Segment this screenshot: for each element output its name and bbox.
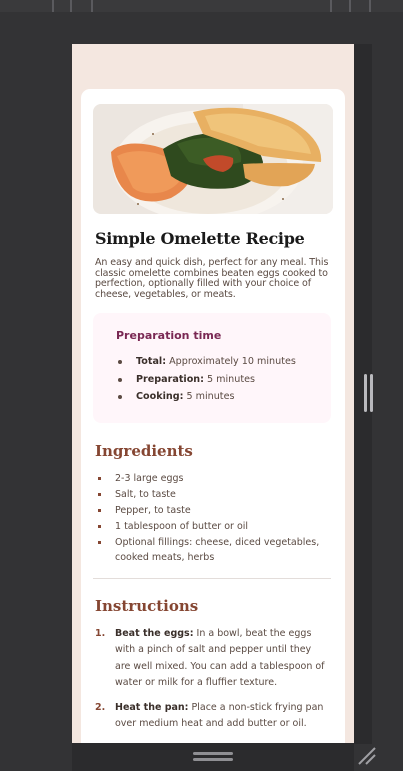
- top-bar-divider: [349, 0, 351, 12]
- prep-label: Total:: [136, 356, 167, 368]
- instructions-heading: Instructions: [95, 597, 199, 616]
- preparation-item: Preparation: 5 minutes: [116, 371, 331, 389]
- recipe-card: Simple Omelette Recipe An easy and quick…: [81, 89, 345, 743]
- omelette-photo: [93, 104, 333, 214]
- ingredients-heading: Ingredients: [95, 442, 193, 461]
- step-label: Beat the eggs:: [115, 628, 194, 640]
- recipe-title: Simple Omelette Recipe: [95, 229, 305, 248]
- prep-label: Cooking:: [136, 391, 184, 403]
- resize-handle-vertical-icon[interactable]: [364, 374, 374, 412]
- recipe-intro: An easy and quick dish, perfect for any …: [95, 257, 329, 300]
- top-bar-divider: [91, 0, 93, 12]
- step-number: 2.: [95, 701, 106, 713]
- resize-corner-icon[interactable]: [356, 745, 378, 767]
- top-bar-divider: [330, 0, 332, 12]
- ingredient-item: Optional fillings: cheese, diced vegetab…: [93, 535, 323, 567]
- ingredient-item: 1 tablespoon of butter or oil: [93, 519, 323, 535]
- section-divider: [93, 578, 331, 580]
- prep-value: 5 minutes: [183, 391, 235, 403]
- step-number: 1.: [95, 628, 106, 640]
- resize-handle-horizontal-icon[interactable]: [193, 752, 233, 762]
- preparation-title: Preparation time: [116, 329, 222, 343]
- prep-value: Approximately 10 minutes: [166, 356, 296, 368]
- ingredient-item: 2-3 large eggs: [93, 471, 323, 487]
- editor-top-bar: [0, 0, 403, 12]
- preparation-list: Total: Approximately 10 minutes Preparat…: [116, 353, 331, 406]
- prep-value: 5 minutes: [203, 373, 255, 385]
- top-bar-divider: [70, 0, 72, 12]
- prep-label: Preparation:: [136, 373, 204, 385]
- ingredients-list: 2-3 large eggs Salt, to taste Pepper, to…: [93, 471, 333, 566]
- preparation-item: Total: Approximately 10 minutes: [116, 353, 331, 371]
- preparation-item: Cooking: 5 minutes: [116, 388, 331, 406]
- instruction-step: 2. Heat the pan: Place a non-stick frying…: [93, 700, 329, 732]
- step-label: Heat the pan:: [115, 701, 189, 713]
- preparation-box: Preparation time Total: Approximately 10…: [93, 313, 331, 424]
- instruction-step: 1. Beat the eggs: In a bowl, beat the egg…: [93, 626, 329, 691]
- preview-viewport: Simple Omelette Recipe An easy and quick…: [72, 44, 354, 743]
- top-bar-divider: [369, 0, 371, 12]
- top-bar-divider: [52, 0, 54, 12]
- ingredient-item: Salt, to taste: [93, 487, 323, 503]
- ingredient-item: Pepper, to taste: [93, 503, 323, 519]
- instructions-list: 1. Beat the eggs: In a bowl, beat the egg…: [93, 626, 333, 732]
